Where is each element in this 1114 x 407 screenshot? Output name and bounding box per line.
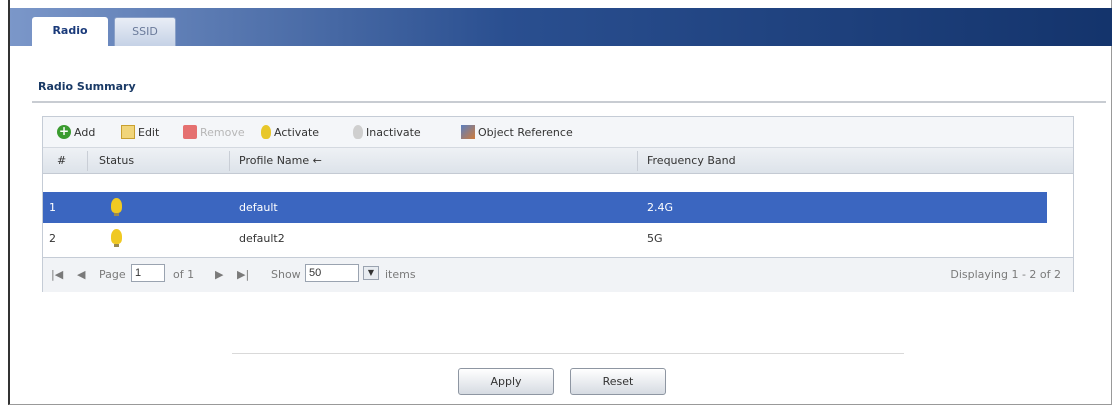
profile-name-header-label: Profile Name	[239, 154, 310, 167]
last-page-icon[interactable]: ▶|	[237, 268, 249, 281]
tab-radio[interactable]: Radio	[32, 17, 108, 46]
column-separator	[87, 151, 88, 171]
first-page-icon[interactable]: |◀	[51, 268, 63, 281]
remove-button[interactable]: Remove	[183, 125, 245, 139]
activate-label: Activate	[274, 125, 320, 139]
row-profile-name: default2	[239, 232, 285, 245]
table-row[interactable]: 1 default 2.4G	[43, 192, 1047, 223]
tab-bar: Radio SSID	[10, 8, 1112, 46]
add-icon: +	[57, 124, 71, 139]
sort-arrow-icon: ←	[312, 154, 322, 167]
page-label: Page	[99, 268, 126, 281]
next-page-icon[interactable]: ▶	[215, 268, 223, 281]
status-lightbulb-icon	[111, 229, 122, 247]
table-row[interactable]: 2 default2 5G	[43, 223, 1047, 254]
add-label: Add	[74, 125, 96, 139]
radio-summary-grid: + Add Edit Remove Activate Inactivate Ob…	[42, 116, 1074, 292]
column-header-status[interactable]: Status	[99, 154, 134, 167]
reset-button[interactable]: Reset	[570, 368, 666, 395]
row-profile-name: default	[239, 201, 278, 214]
object-reference-button[interactable]: Object Reference	[461, 125, 573, 139]
pagination-bar: |◀ ◀ Page of 1 ▶ ▶| Show ▼ items Display…	[43, 257, 1073, 292]
lightbulb-off-icon	[353, 125, 363, 139]
section-divider	[32, 101, 1106, 103]
page-total-label: of 1	[173, 268, 195, 281]
column-header-profile-name[interactable]: Profile Name ←	[239, 154, 322, 167]
column-separator	[637, 151, 638, 171]
page-number-input[interactable]	[131, 264, 165, 282]
table-header: # Status Profile Name ← Frequency Band	[43, 147, 1073, 174]
column-header-frequency-band[interactable]: Frequency Band	[647, 154, 736, 167]
displaying-count: Displaying 1 - 2 of 2	[950, 268, 1061, 281]
activate-button[interactable]: Activate	[261, 125, 319, 139]
section-title: Radio Summary	[38, 80, 136, 93]
column-separator	[229, 151, 230, 171]
edit-label: Edit	[138, 125, 160, 139]
inactivate-button[interactable]: Inactivate	[353, 125, 421, 139]
tab-ssid[interactable]: SSID	[114, 17, 176, 46]
row-frequency-band: 5G	[647, 232, 663, 245]
inactivate-label: Inactivate	[366, 125, 421, 139]
edit-icon	[121, 125, 135, 139]
row-index: 1	[49, 201, 56, 214]
page-size-input[interactable]	[305, 264, 359, 282]
status-lightbulb-icon	[111, 198, 122, 216]
remove-label: Remove	[200, 125, 245, 139]
items-label: items	[385, 268, 416, 281]
object-reference-icon	[461, 125, 475, 139]
row-frequency-band: 2.4G	[647, 201, 674, 214]
trash-icon	[183, 125, 197, 139]
prev-page-icon[interactable]: ◀	[77, 268, 85, 281]
add-button[interactable]: + Add	[57, 125, 95, 139]
page-size-dropdown-icon[interactable]: ▼	[363, 266, 379, 280]
form-divider	[232, 353, 904, 354]
column-header-index[interactable]: #	[57, 154, 66, 167]
show-label: Show	[271, 268, 301, 281]
lightbulb-on-icon	[261, 125, 271, 139]
edit-button[interactable]: Edit	[121, 125, 159, 139]
apply-button[interactable]: Apply	[458, 368, 554, 395]
object-reference-label: Object Reference	[478, 125, 573, 139]
row-index: 2	[49, 232, 56, 245]
grid-toolbar: + Add Edit Remove Activate Inactivate Ob…	[43, 117, 1073, 147]
